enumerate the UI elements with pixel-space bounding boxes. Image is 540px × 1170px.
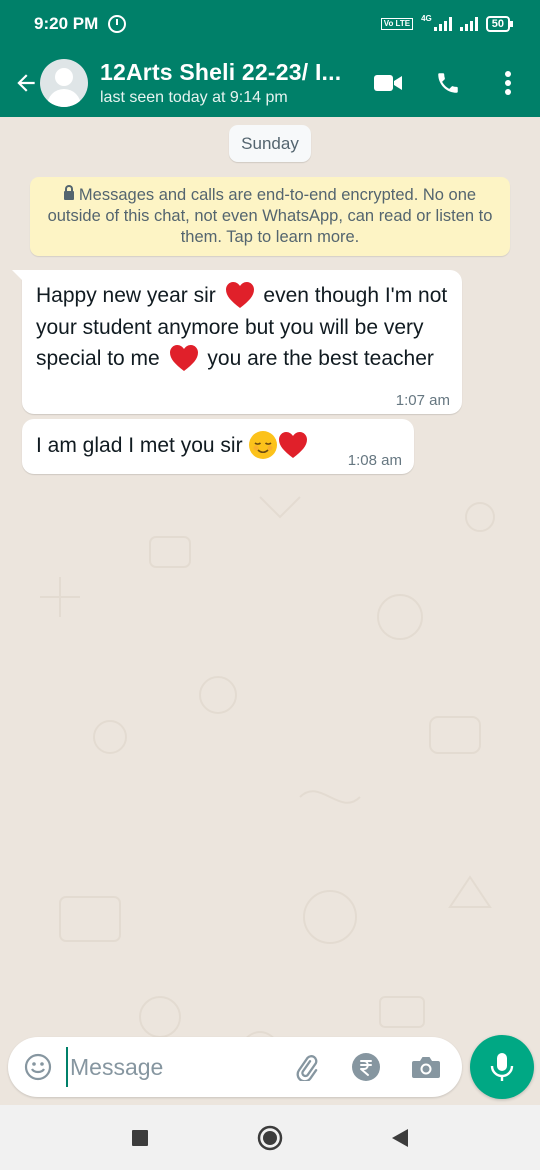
status-bar: 9:20 PM Vo LTE 4G 50 [0, 0, 540, 48]
lock-icon [63, 185, 74, 200]
emoji-icon[interactable] [18, 1047, 58, 1087]
red-heart-emoji-icon [225, 282, 254, 308]
encryption-notice[interactable]: Messages and calls are end-to-end encryp… [30, 177, 510, 256]
signal-icon-1 [433, 17, 452, 31]
date-chip: Sunday [229, 125, 311, 162]
relieved-face-emoji-icon [249, 431, 278, 459]
home-circle-icon[interactable] [250, 1118, 290, 1158]
contact-info[interactable]: 12Arts Sheli 22-23/ I... last seen today… [100, 59, 355, 107]
contact-name: 12Arts Sheli 22-23/ I... [100, 58, 342, 85]
video-call-icon[interactable] [372, 67, 404, 99]
message-time: 1:07 am [395, 392, 450, 409]
message-bubble[interactable]: I am glad I met you sir 1:08 am [22, 419, 414, 474]
status-time: 9:20 PM [34, 14, 99, 33]
avatar[interactable] [40, 58, 88, 107]
more-vert-icon[interactable] [492, 67, 524, 99]
chat-header: 12Arts Sheli 22-23/ I... last seen today… [0, 48, 540, 117]
red-heart-emoji-icon [279, 432, 308, 458]
status-icons: Vo LTE 4G 50 [380, 14, 514, 32]
message-bubble[interactable]: Happy new year sir even though I'm not y… [12, 270, 462, 414]
message-input[interactable] [66, 1047, 266, 1087]
message-text-part: Happy new year sir [36, 284, 222, 307]
alarm-icon [108, 15, 127, 33]
battery-icon: 50 [485, 16, 514, 32]
rupee-payment-icon[interactable] [346, 1047, 386, 1087]
mic-icon [490, 1053, 514, 1081]
phone-icon[interactable] [432, 67, 464, 99]
chat-area[interactable]: Sunday Messages and calls are end-to-end… [0, 117, 540, 1105]
wallpaper-doodle [40, 428, 495, 1048]
camera-icon[interactable] [406, 1047, 446, 1087]
system-nav-bar [0, 1105, 540, 1170]
message-time: 1:08 am [347, 452, 402, 469]
attach-icon[interactable] [286, 1047, 326, 1087]
last-seen-status: last seen today at 9:14 pm [100, 88, 288, 106]
signal-icon-2 [459, 17, 478, 31]
red-heart-emoji-icon [169, 345, 198, 371]
encryption-notice-text: Messages and calls are end-to-end encryp… [47, 186, 493, 246]
mic-button[interactable] [470, 1035, 534, 1099]
volte-icon: Vo LTE [380, 18, 414, 30]
message-text-part: I am glad I met you sir [36, 434, 249, 457]
recents-square-icon[interactable] [120, 1118, 160, 1158]
message-text-part: you are the best teacher [201, 347, 434, 370]
message-input-bar [8, 1037, 462, 1097]
network-type-label: 4G [421, 14, 432, 23]
back-triangle-icon[interactable] [380, 1118, 420, 1158]
